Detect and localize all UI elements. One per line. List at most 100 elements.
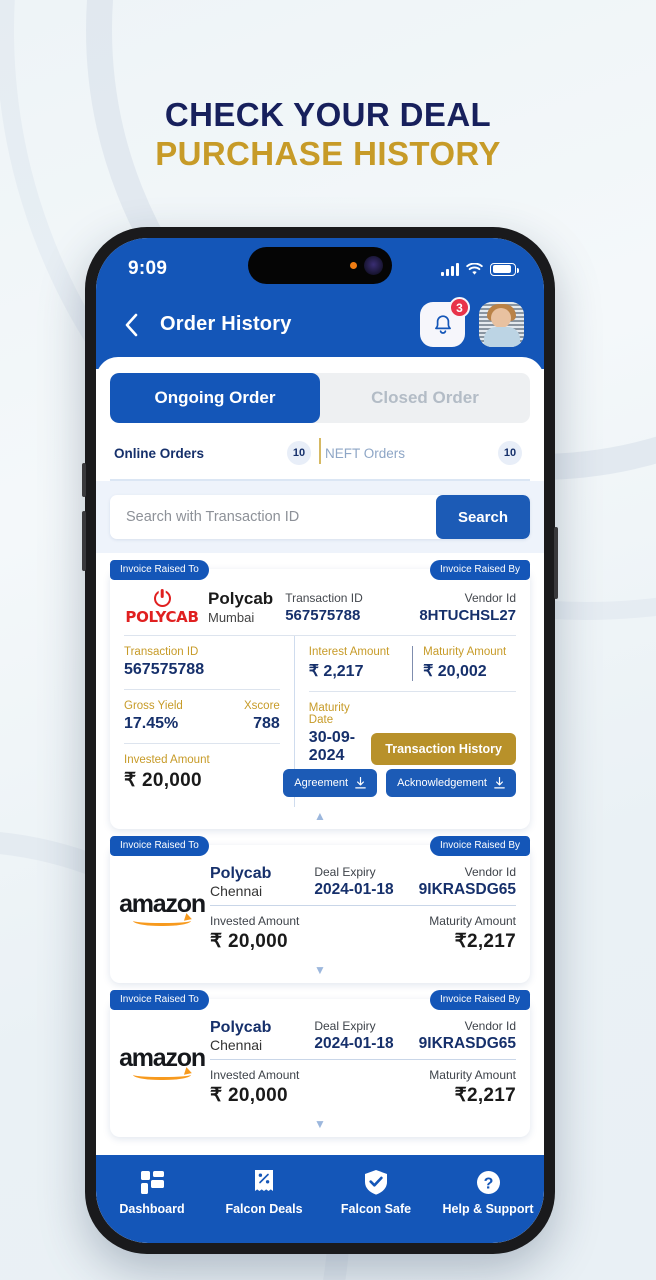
- chevron-down-icon[interactable]: ▼: [110, 961, 530, 983]
- subtab-online-orders[interactable]: Online Orders 10: [110, 423, 319, 479]
- status-bar-clock: 9:09: [128, 258, 168, 279]
- detail-interest-amount-value: ₹ 2,217: [308, 663, 364, 680]
- shield-check-icon: [364, 1169, 388, 1195]
- tab-closed-order[interactable]: Closed Order: [320, 373, 530, 423]
- maturity-amount-label: Maturity Amount: [429, 914, 516, 928]
- detail-gross-yield-label: Gross Yield: [124, 700, 183, 712]
- chevron-down-icon[interactable]: ▼: [110, 1115, 530, 1137]
- status-bar: 9:09: [96, 238, 544, 294]
- battery-icon: [490, 262, 519, 276]
- notification-bell-button[interactable]: 3: [420, 297, 470, 347]
- invoice-raised-by-pill: Invoice Raised By: [429, 836, 530, 856]
- amazon-logo-text: amazon: [119, 1044, 206, 1072]
- header-transaction-id-value: 567575788: [285, 606, 361, 624]
- search-input[interactable]: [110, 509, 436, 525]
- detail-xscore-label: Xscore: [244, 700, 280, 712]
- notification-count-badge: 3: [449, 297, 470, 318]
- amazon-logo-text: amazon: [119, 890, 206, 918]
- subtab-neft-orders[interactable]: NEFT Orders 10: [321, 423, 530, 479]
- deal-expiry-value: 2024-01-18: [314, 1035, 394, 1052]
- search-section: Search: [96, 481, 544, 553]
- detail-transaction-id: Transaction ID 567575788: [124, 646, 280, 679]
- order-details-right-column: Interest Amount ₹ 2,217 Maturity Amount …: [283, 636, 530, 807]
- collapsed-card-body: amazon Polycab Chennai Deal Expiry 2024-…: [110, 1005, 530, 1115]
- collapsed-row-top: Polycab Chennai Deal Expiry 2024-01-18 V…: [210, 859, 516, 905]
- nav-label-dashboard: Dashboard: [119, 1202, 185, 1216]
- signal-bars-icon: [441, 262, 459, 276]
- invested-amount-field: Invested Amount ₹ 20,000: [210, 914, 359, 953]
- avatar-face: [491, 308, 511, 328]
- avatar-body: [484, 327, 520, 347]
- bottom-navigation: Dashboard Falcon Deals Falcon Safe ? Hel…: [96, 1155, 544, 1243]
- detail-transaction-id-label: Transaction ID: [124, 646, 199, 658]
- invested-amount-value: ₹ 20,000: [210, 931, 288, 952]
- collapsed-row-top: Polycab Chennai Deal Expiry 2024-01-18 V…: [210, 1013, 516, 1059]
- subtab-online-orders-count: 10: [287, 441, 311, 465]
- vendor-id-value: 9IKRASDG65: [418, 1035, 516, 1052]
- detail-maturity-date-row: Maturity Date 30-09-2024 Transaction His…: [308, 691, 516, 765]
- order-list: Invoice Raised To Invoice Raised By POLY…: [96, 553, 544, 1169]
- download-icon: [494, 777, 505, 789]
- order-card-collapsed[interactable]: Invoice Raised To Invoice Raised By amaz…: [110, 836, 530, 983]
- polycab-logo-text: POLYCAB: [125, 607, 199, 626]
- header-vendor-id-value: 8HTUCHSL27: [419, 606, 517, 624]
- detail-invested-amount-label: Invested Amount: [124, 754, 210, 766]
- order-card-collapsed[interactable]: Invoice Raised To Invoice Raised By amaz…: [110, 990, 530, 1137]
- status-bar-indicators: [441, 262, 519, 276]
- brand-city: Mumbai: [208, 610, 255, 625]
- dashboard-grid-icon: [140, 1169, 165, 1195]
- invested-amount-label: Invested Amount: [210, 1068, 300, 1082]
- nav-item-falcon-deals[interactable]: Falcon Deals: [208, 1169, 320, 1216]
- invested-amount-value: ₹ 20,000: [210, 1085, 288, 1106]
- order-card-header: POLYCAB Polycab Mumbai Transaction ID 56…: [110, 575, 530, 635]
- wifi-icon: [466, 262, 483, 275]
- page-headline: CHECK YOUR DEAL PURCHASE HISTORY: [0, 96, 656, 174]
- deal-expiry-label: Deal Expiry: [314, 1019, 376, 1033]
- detail-invested-amount: Invested Amount ₹ 20,000: [124, 743, 280, 792]
- orange-indicator-dot: [350, 262, 357, 269]
- brand-name: Polycab: [210, 1019, 272, 1036]
- phone-volume-button: [82, 511, 86, 571]
- deal-expiry-value: 2024-01-18: [314, 881, 394, 898]
- nav-item-dashboard[interactable]: Dashboard: [96, 1169, 208, 1216]
- order-brand: Polycab Mumbai: [208, 589, 277, 625]
- back-arrow-icon[interactable]: [116, 308, 146, 342]
- vendor-id-label: Vendor Id: [464, 1019, 516, 1033]
- brand-name: Polycab: [210, 865, 272, 882]
- search-button[interactable]: Search: [435, 495, 530, 539]
- brand-name: Polycab: [208, 589, 274, 608]
- header-vendor-id: Vendor Id 8HTUCHSL27: [405, 591, 516, 624]
- vendor-id-field: Vendor Id 9IKRASDG65: [419, 1019, 516, 1053]
- tab-ongoing-order[interactable]: Ongoing Order: [110, 373, 320, 423]
- search-box: Search: [110, 495, 530, 539]
- maturity-amount-value: ₹2,217: [454, 931, 516, 952]
- transaction-history-button[interactable]: Transaction History: [371, 733, 516, 765]
- question-circle-icon: ?: [476, 1169, 501, 1195]
- deal-expiry-field: Deal Expiry 2024-01-18: [314, 1019, 410, 1053]
- nav-label-falcon-deals: Falcon Deals: [225, 1202, 303, 1216]
- acknowledgement-button-label: Acknowledgement: [397, 777, 487, 789]
- document-buttons: Agreement Acknowledgement: [283, 769, 516, 797]
- collapsed-card-body: amazon Polycab Chennai Deal Expiry 2024-…: [110, 851, 530, 961]
- acknowledgement-download-button[interactable]: Acknowledgement: [386, 769, 516, 797]
- nav-item-falcon-safe[interactable]: Falcon Safe: [320, 1169, 432, 1216]
- order-details-grid: Transaction ID 567575788 Gross Yield 17.…: [110, 636, 530, 807]
- vendor-id-value: 9IKRASDG65: [418, 881, 516, 898]
- maturity-amount-field: Maturity Amount ₹2,217: [367, 1068, 516, 1107]
- detail-gross-yield-value: 17.45%: [124, 715, 179, 732]
- nav-item-help-support[interactable]: ? Help & Support: [432, 1169, 544, 1216]
- maturity-amount-value: ₹2,217: [454, 1085, 516, 1106]
- avatar[interactable]: [479, 302, 524, 347]
- detail-invested-amount-value: ₹ 20,000: [124, 770, 202, 791]
- nav-label-help-support: Help & Support: [442, 1202, 534, 1216]
- maturity-amount-field: Maturity Amount ₹2,217: [367, 914, 516, 953]
- agreement-download-button[interactable]: Agreement: [283, 769, 378, 797]
- order-card-expanded[interactable]: Invoice Raised To Invoice Raised By POLY…: [110, 560, 530, 829]
- agreement-button-label: Agreement: [294, 777, 349, 789]
- detail-xscore-value: 788: [253, 715, 280, 732]
- chevron-up-icon[interactable]: ▲: [110, 807, 530, 829]
- detail-maturity-date-value: 30-09-2024: [308, 729, 356, 764]
- svg-text:?: ?: [483, 1175, 493, 1192]
- collapsed-card-fields: Polycab Chennai Deal Expiry 2024-01-18 V…: [210, 859, 516, 959]
- subtab-neft-orders-label: NEFT Orders: [325, 445, 406, 461]
